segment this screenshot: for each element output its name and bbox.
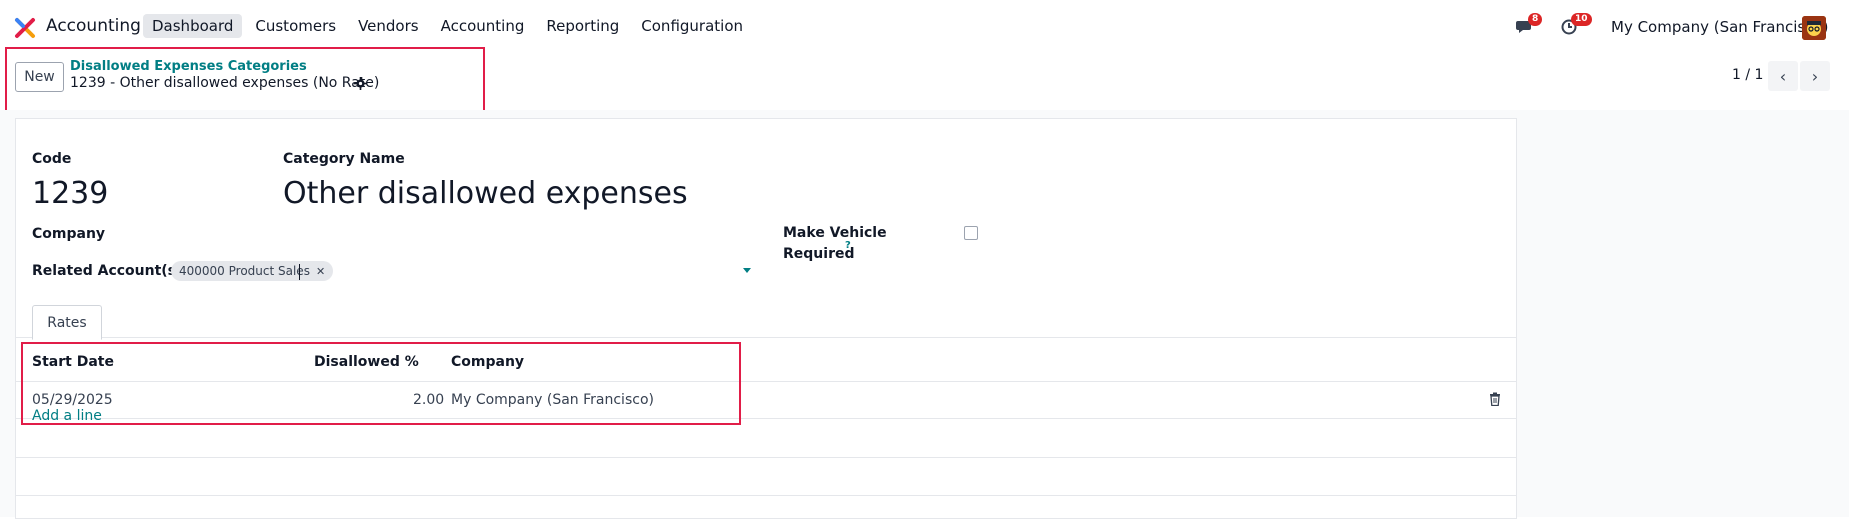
highlight-box-table <box>21 342 741 425</box>
chevron-right-icon: › <box>1811 66 1819 86</box>
code-label: Code <box>32 151 72 167</box>
avatar-face-icon <box>1802 16 1826 40</box>
account-tag: 400000 Product Sales ✕ <box>171 261 334 281</box>
category-name-label: Category Name <box>283 151 405 167</box>
user-avatar[interactable] <box>1802 16 1826 40</box>
vehicle-label-line1: Make Vehicle <box>783 225 887 241</box>
app-name[interactable]: Accounting <box>46 16 141 36</box>
company-switcher[interactable]: My Company (San Francisco) <box>1611 18 1828 36</box>
pager-previous-button[interactable]: ‹ <box>1768 61 1798 91</box>
app-logo-icon[interactable] <box>14 17 36 39</box>
messages-button[interactable]: 8 <box>1516 13 1543 39</box>
pager-value[interactable]: 1 / 1 <box>1732 67 1763 83</box>
accounts-input[interactable] <box>299 264 300 280</box>
activities-badge: 10 <box>1571 13 1592 26</box>
company-label: Company <box>32 226 106 242</box>
chevron-left-icon: ‹ <box>1779 66 1787 86</box>
trash-icon[interactable] <box>1489 392 1501 406</box>
menu-dashboard[interactable]: Dashboard <box>143 14 243 38</box>
row-divider-3 <box>16 495 1516 496</box>
category-name-field[interactable]: Other disallowed expenses <box>283 176 688 211</box>
tab-rates[interactable]: Rates <box>32 305 102 340</box>
form-sheet: Code 1239 Category Name Other disallowed… <box>15 118 1517 519</box>
vehicle-label-line2: Required <box>783 246 855 262</box>
menu-customers[interactable]: Customers <box>246 14 345 38</box>
tab-divider <box>16 337 1516 338</box>
main-menu: Dashboard Customers Vendors Accounting R… <box>143 14 756 38</box>
menu-configuration[interactable]: Configuration <box>632 14 752 38</box>
help-tooltip-icon[interactable]: ? <box>845 240 851 251</box>
menu-reporting[interactable]: Reporting <box>537 14 628 38</box>
activities-button[interactable]: 10 <box>1561 13 1592 39</box>
make-vehicle-required-checkbox[interactable] <box>964 226 978 240</box>
menu-accounting[interactable]: Accounting <box>432 14 534 38</box>
pager-next-button[interactable]: › <box>1800 61 1830 91</box>
messages-badge: 8 <box>1528 13 1543 26</box>
menu-vendors[interactable]: Vendors <box>349 14 428 38</box>
tag-remove-icon[interactable]: ✕ <box>316 265 325 278</box>
row-divider-2 <box>16 457 1516 458</box>
code-field[interactable]: 1239 <box>32 176 108 211</box>
related-accounts-label: Related Account(s) <box>32 263 183 279</box>
dropdown-caret-icon[interactable] <box>743 268 751 273</box>
account-tag-label: 400000 Product Sales <box>179 264 310 278</box>
